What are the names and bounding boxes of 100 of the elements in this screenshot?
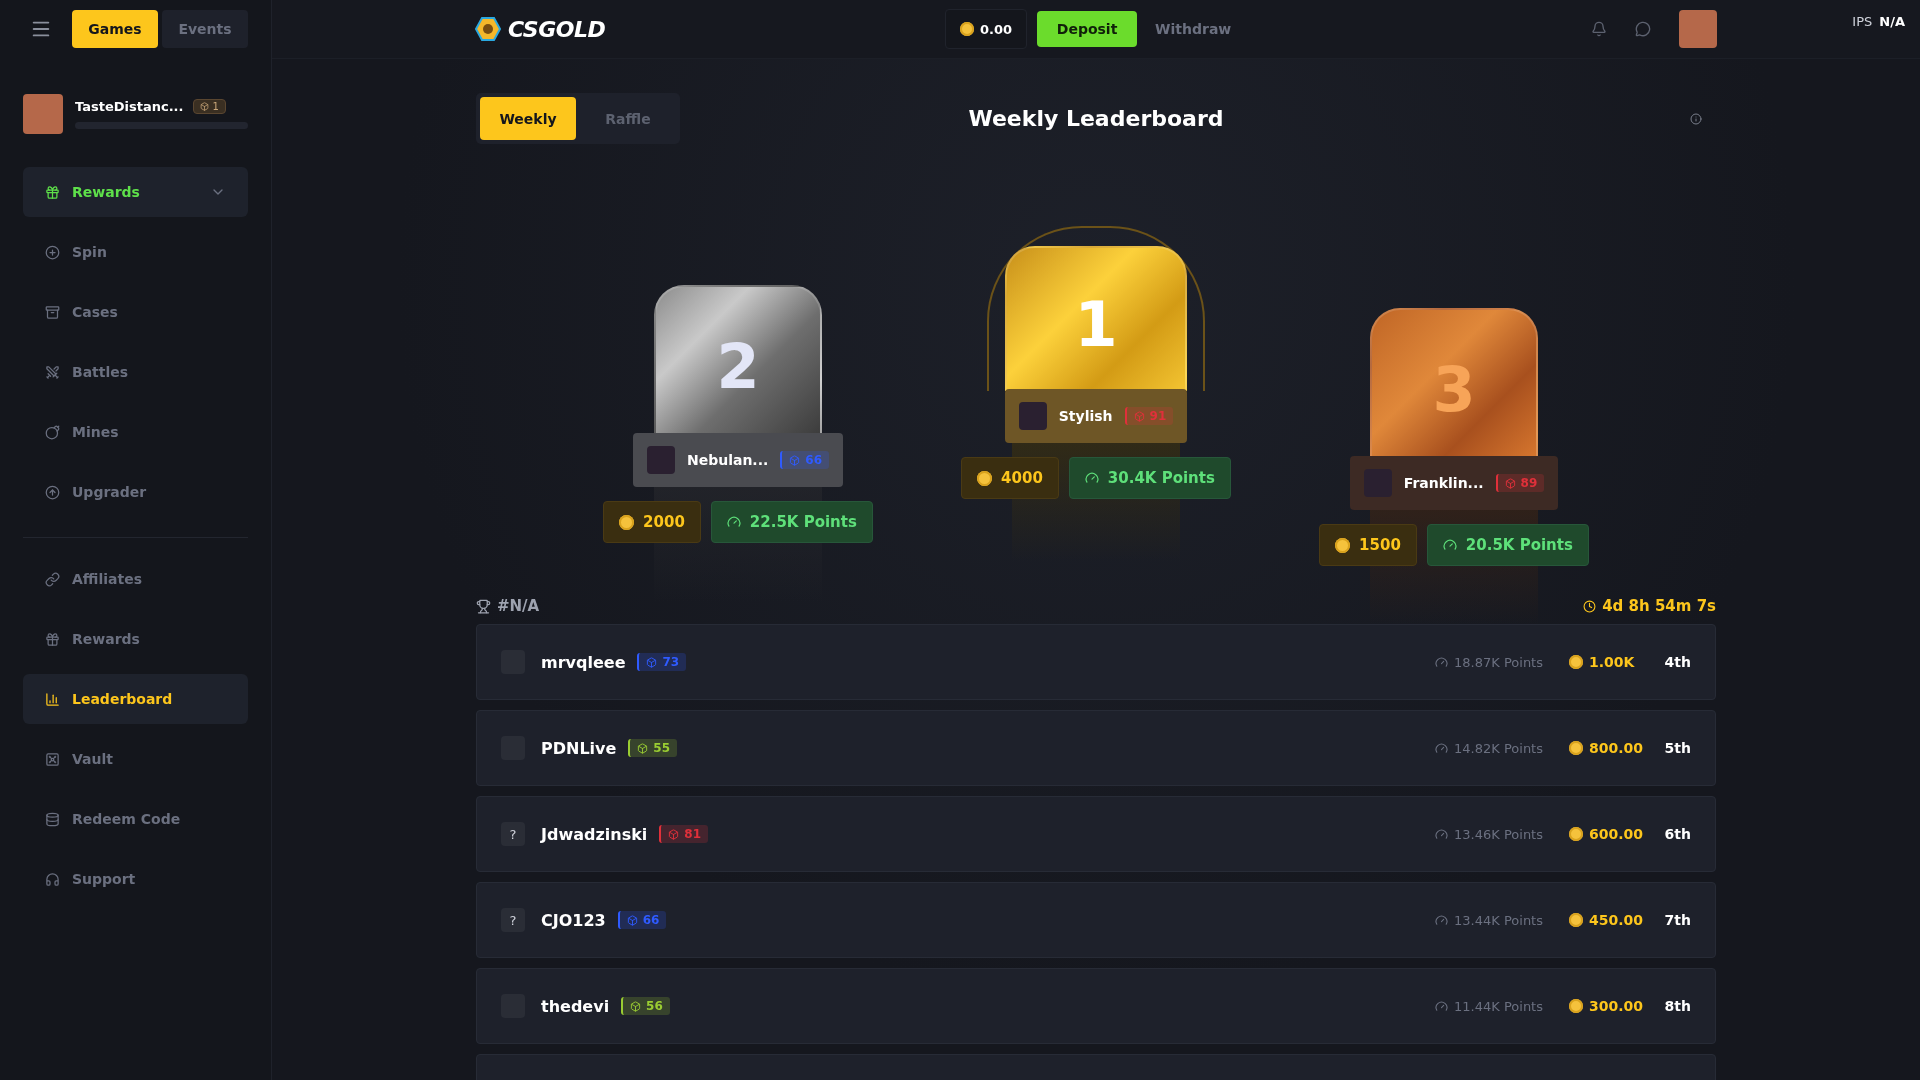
prize: 600.00 [1569,826,1651,842]
nav-icon [45,424,60,440]
notification-icon[interactable] [1591,21,1607,37]
gauge-icon [726,515,741,529]
nav-icon [45,691,60,707]
ips-value: N/A [1879,14,1905,29]
player-name: Stylish [1058,408,1113,424]
cube-icon [637,742,649,754]
gauge-icon [1442,538,1457,552]
coin-icon [1569,655,1583,669]
coin-icon [1569,741,1583,755]
countdown-timer: 4d 8h 54m 7s [1583,597,1716,615]
points: 13.46K Points [1435,826,1543,842]
cube-icon [630,1000,642,1012]
cube-icon [789,454,801,466]
nav-item[interactable]: Upgrader [23,467,248,517]
level-tag: 81 [659,825,708,843]
nav-icon [45,631,60,647]
prize: 1.00K [1569,654,1651,670]
coin-icon [1569,827,1583,841]
prize: 450.00 [1569,912,1651,928]
level-tag: 73 [637,653,687,671]
rank-number: 2 [716,329,760,403]
coin-icon [1335,537,1351,553]
nav-icon [45,364,60,380]
gauge-icon [1435,827,1449,841]
info-icon[interactable] [1690,112,1702,125]
place: 5th [1663,740,1691,756]
player-name: Franklin... [1403,475,1484,491]
nav-icon [45,751,60,767]
gauge-icon [1435,741,1449,755]
level-tag: 91 [1124,407,1174,425]
leaderboard-tab[interactable]: Raffle [580,97,676,140]
player-name: CJO123 [541,910,606,930]
points-tag: 22.5K Points [710,501,873,543]
player-name: thedevi [541,996,610,1016]
place: 6th [1663,826,1691,842]
clock-icon [1583,599,1597,613]
level-tag: 89 [1495,474,1545,492]
prize-tag: 1500 [1319,524,1417,566]
ips-label: IPS [1852,14,1873,29]
coin-icon [1569,999,1583,1013]
nav-item[interactable]: Spin [23,227,248,277]
player-name: Jdwadzinski [541,824,648,844]
avatar-unknown: ? [501,908,525,932]
coin-icon [619,514,635,530]
nav-icon [45,484,60,500]
rank-number: 1 [1074,288,1118,361]
prize-tag: 2000 [603,501,701,543]
nav-item[interactable]: Support [23,854,248,904]
avatar-placeholder [1018,402,1047,430]
coin-icon [1569,913,1583,927]
nav-item[interactable]: Vault [23,734,248,784]
avatar-unknown: ? [501,822,525,846]
menu-tab[interactable]: Games [72,10,158,48]
points: 11.44K Points [1435,998,1543,1014]
cube-icon [668,828,680,840]
my-rank: #N/A [476,597,540,615]
points: 18.87K Points [1435,654,1543,670]
nav-icon [45,571,60,587]
nav-item[interactable]: Battles [23,347,248,397]
menu-tab[interactable]: Events [162,10,248,48]
coin-icon [977,470,993,486]
gauge-icon [1435,999,1449,1013]
prize-tag: 4000 [961,457,1059,499]
player-name: Nebulan... [686,452,769,468]
points-tag: 30.4K Points [1068,457,1231,499]
deposit-button[interactable]: Deposit [1037,11,1138,47]
nav-item[interactable]: Redeem Code [23,794,248,844]
chat-icon[interactable] [1635,21,1651,37]
nav-item[interactable]: Rewards [23,614,248,664]
withdraw-button[interactable]: Withdraw [1149,20,1238,38]
coin-icon [960,22,974,36]
nav-item[interactable]: Mines [23,407,248,457]
level-tag: 1 [193,99,226,114]
gauge-icon [1435,913,1449,927]
page-title: Weekly Leaderboard [968,106,1224,131]
nav-item[interactable]: Rewards [23,167,248,217]
avatar-placeholder [646,446,675,474]
cube-icon [1504,477,1516,489]
player-name: PDNLive [541,738,617,758]
nav-item[interactable]: Affiliates [23,554,248,604]
nav-item[interactable]: Leaderboard [23,674,248,724]
points: 14.82K Points [1435,740,1543,756]
trophy-icon [476,598,491,614]
nav-icon [45,184,60,200]
nav-icon [45,304,60,320]
level-tag: 66 [780,451,830,469]
leaderboard-tab[interactable]: Weekly [480,97,576,140]
level-tag: 55 [628,739,678,757]
cube-icon [1133,410,1145,422]
points: 13.44K Points [1435,912,1543,928]
gauge-icon [1084,471,1099,485]
logo[interactable]: CSGOLD [470,14,945,44]
cube-icon [646,656,658,668]
gauge-icon [1435,655,1449,669]
nav-item[interactable]: Cases [23,287,248,337]
place: 7th [1663,912,1691,928]
level-tag: 66 [617,911,667,929]
prize: 800.00 [1569,740,1651,756]
